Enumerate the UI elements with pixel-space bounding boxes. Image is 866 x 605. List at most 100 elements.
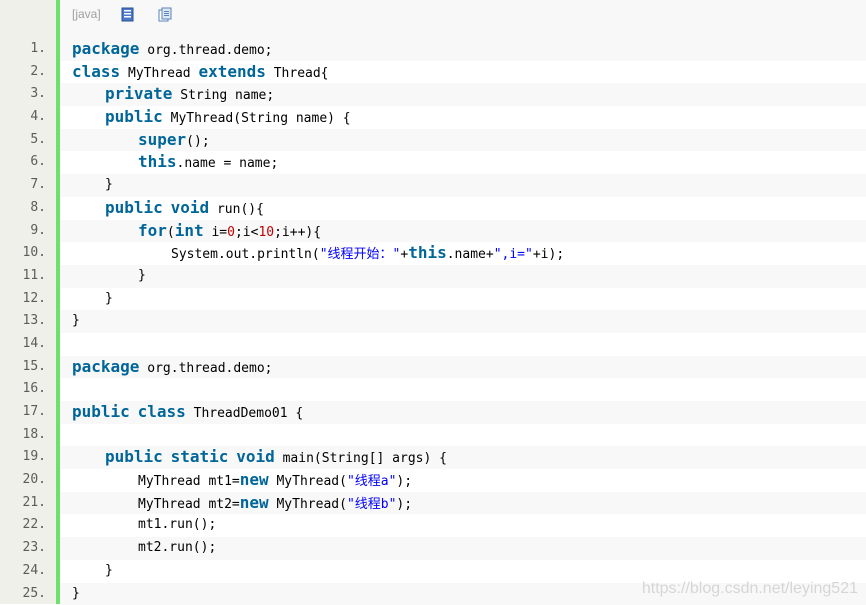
plain-token: [163, 451, 171, 466]
keyword-token: package: [72, 39, 139, 58]
line-number: 10.: [0, 242, 46, 265]
keyword-token: extends: [198, 62, 265, 81]
line-number: 3.: [0, 83, 46, 106]
code-text: }: [60, 174, 866, 197]
code-line: 19. public static void main(String[] args…: [0, 446, 866, 469]
plain-token: (: [167, 225, 175, 240]
code-text: for(int i=0;i<10;i++){: [60, 220, 866, 243]
keyword-token: package: [72, 357, 139, 376]
line-number: 24.: [0, 560, 46, 583]
plain-token: ;i++){: [274, 225, 321, 240]
keyword-token: new: [240, 470, 269, 489]
plain-token: MyThread mt1=: [138, 474, 240, 489]
keyword-token: int: [175, 221, 204, 240]
plain-token: ;i<: [235, 225, 258, 240]
line-number: 20.: [0, 469, 46, 492]
code-line: 12.}: [0, 288, 866, 311]
code-line: 6.this.name = name;: [0, 151, 866, 174]
plain-token: }: [72, 313, 80, 328]
line-number: 13.: [0, 310, 46, 333]
code-line: 17.public class ThreadDemo01 {: [0, 401, 866, 424]
plain-token: ();: [186, 134, 209, 149]
keyword-token: private: [105, 84, 172, 103]
code-text: public class ThreadDemo01 {: [60, 401, 866, 424]
keyword-token: void: [236, 447, 275, 466]
plain-token: MyThread(: [269, 497, 347, 512]
keyword-token: this: [408, 243, 447, 262]
plain-token: ThreadDemo01 {: [186, 406, 303, 421]
code-line: 14.: [0, 333, 866, 356]
plain-token: MyThread mt2=: [138, 497, 240, 512]
plain-token: [130, 406, 138, 421]
code-line: 16.: [0, 378, 866, 401]
plain-token: [163, 202, 171, 217]
line-number: 14.: [0, 333, 46, 356]
keyword-token: new: [240, 493, 269, 512]
code-text: }: [60, 288, 866, 311]
keyword-token: public: [105, 447, 163, 466]
code-line: 1.package org.thread.demo;: [0, 38, 866, 61]
keyword-token: public: [105, 107, 163, 126]
code-line: 9.for(int i=0;i<10;i++){: [0, 220, 866, 243]
line-number: 5.: [0, 129, 46, 152]
line-number: 16.: [0, 378, 46, 401]
plain-token: MyThread: [120, 66, 198, 81]
string-token: "线程b": [347, 497, 396, 512]
line-number: 9.: [0, 220, 46, 243]
code-line: 20.MyThread mt1=new MyThread("线程a");: [0, 469, 866, 492]
code-text: mt2.run();: [60, 537, 866, 560]
plain-token: }: [138, 268, 146, 283]
code-line: 4.public MyThread(String name) {: [0, 106, 866, 129]
plain-token: MyThread(String name) {: [163, 111, 351, 126]
code-line: 11.}: [0, 265, 866, 288]
code-line: 8.public void run(){: [0, 197, 866, 220]
code-text: MyThread mt2=new MyThread("线程b");: [60, 492, 866, 515]
line-number: 25.: [0, 583, 46, 605]
plain-token: mt1.run();: [138, 517, 216, 532]
copy-icon[interactable]: [158, 7, 172, 22]
plain-token: String name;: [172, 88, 274, 103]
plain-token: Thread{: [266, 66, 329, 81]
keyword-token: class: [138, 402, 186, 421]
code-line: 22. mt1.run();: [0, 514, 866, 537]
plain-token: );: [396, 497, 412, 512]
string-token: "线程开始：": [320, 247, 401, 262]
code-text: System.out.println("线程开始："+this.name+",i…: [60, 242, 866, 265]
code-text: [60, 333, 866, 356]
keyword-token: class: [72, 62, 120, 81]
plain-token: }: [105, 291, 113, 306]
code-line: 7.}: [0, 174, 866, 197]
code-text: }: [60, 265, 866, 288]
code-text: public static void main(String[] args) {: [60, 446, 866, 469]
code-text: [60, 424, 866, 447]
line-number: 23.: [0, 537, 46, 560]
code-line: 13.}: [0, 310, 866, 333]
code-text: }: [60, 310, 866, 333]
code-text: public MyThread(String name) {: [60, 106, 866, 129]
plain-token: main(String[] args) {: [275, 451, 447, 466]
keyword-token: this: [138, 152, 177, 171]
plain-token: System.out.println(: [171, 247, 320, 262]
plain-token: }: [105, 563, 113, 578]
watermark: https://blog.csdn.net/leying521: [642, 580, 858, 598]
code-listing[interactable]: 1.package org.thread.demo;2.class MyThre…: [0, 38, 866, 605]
code-line: 18.: [0, 424, 866, 447]
number-token: 0: [227, 225, 235, 240]
line-number: 18.: [0, 424, 46, 447]
code-line: 5. super();: [0, 129, 866, 152]
keyword-token: super: [138, 130, 186, 149]
keyword-token: static: [171, 447, 229, 466]
plain-token: +i);: [533, 247, 564, 262]
line-number: 19.: [0, 446, 46, 469]
line-number: 22.: [0, 514, 46, 537]
plain-token: MyThread(: [269, 474, 347, 489]
string-token: "线程a": [347, 474, 396, 489]
plain-token: i=: [204, 225, 227, 240]
code-line: 23. mt2.run();: [0, 537, 866, 560]
keyword-token: public: [105, 198, 163, 217]
line-number: 12.: [0, 288, 46, 311]
line-number: 11.: [0, 265, 46, 288]
view-source-icon[interactable]: [121, 7, 135, 22]
plain-token: }: [105, 177, 113, 192]
keyword-token: for: [138, 221, 167, 240]
